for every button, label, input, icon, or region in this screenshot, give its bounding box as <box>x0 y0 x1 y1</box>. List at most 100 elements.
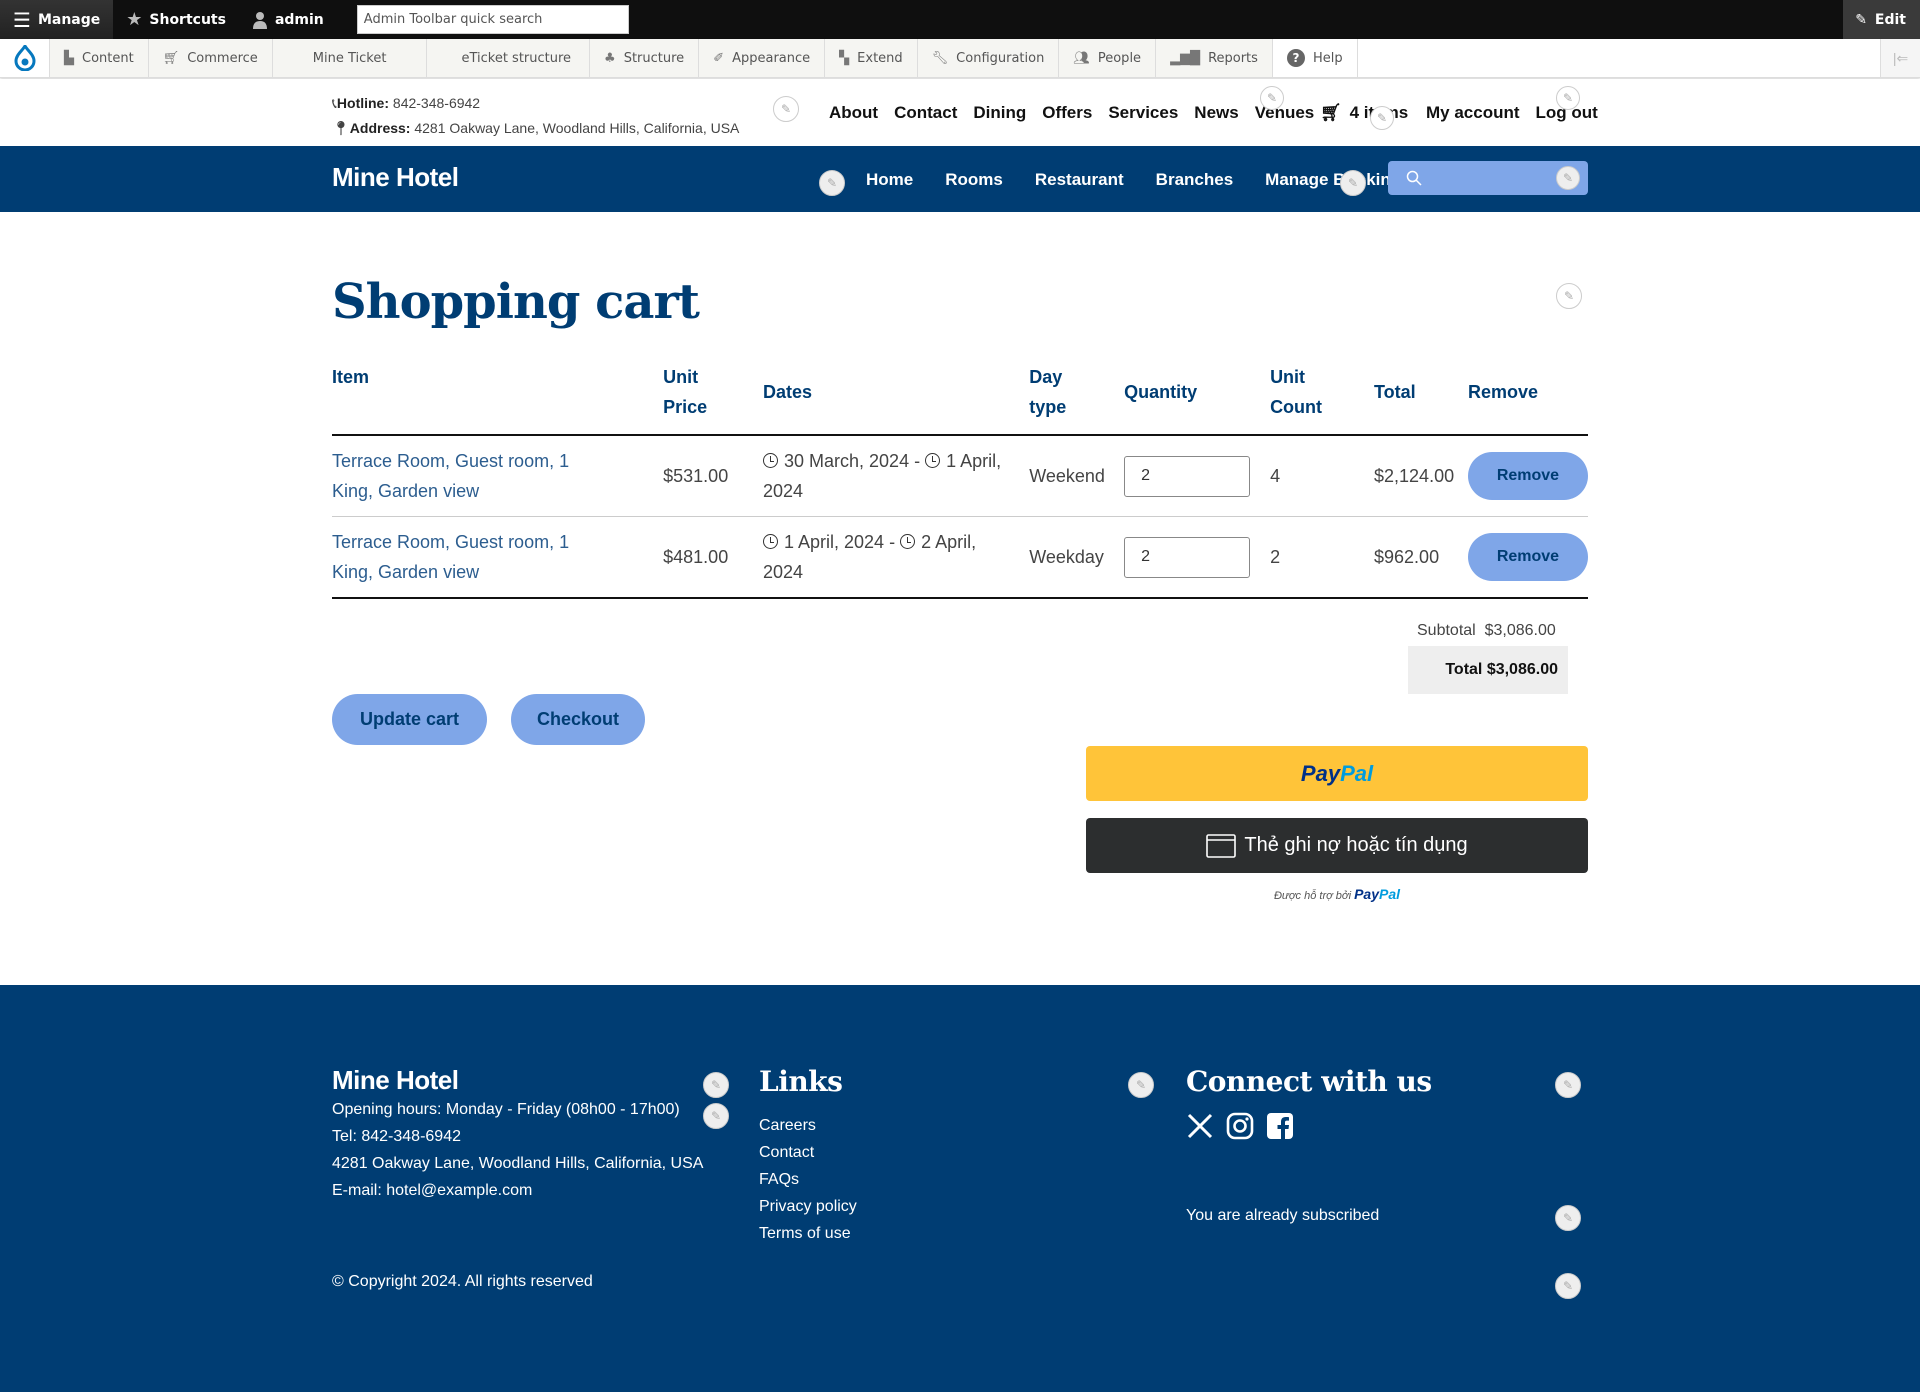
cart-header-row: Item Unit Price Dates Day type Quantity … <box>332 362 1588 436</box>
edit-button[interactable]: ✎ Edit <box>1843 0 1920 39</box>
main-nav-restaurant[interactable]: Restaurant <box>1035 170 1124 190</box>
admin-quick-search-input[interactable]: Admin Toolbar quick search <box>356 5 629 34</box>
row-total: $2,124.00 <box>1374 435 1468 517</box>
main-nav-manage-booking[interactable]: Manage Booking <box>1265 170 1401 190</box>
facebook-icon[interactable] <box>1266 1112 1294 1140</box>
admin-tray: ▙ Content 🛒︎ Commerce Mine Ticket eTicket … <box>0 39 1920 78</box>
contextual-edit-icon[interactable]: ✎ <box>1128 1072 1154 1098</box>
top-nav-services[interactable]: Services <box>1108 103 1178 123</box>
my-account-link[interactable]: My account <box>1426 103 1520 123</box>
x-icon[interactable] <box>1186 1112 1214 1140</box>
tray-item-configuration[interactable]: 🔧︎ Configuration <box>917 39 1060 77</box>
collapse-tray-button[interactable]: |⇐ <box>1880 39 1920 77</box>
cart-table: Item Unit Price Dates Day type Quantity … <box>332 362 1588 599</box>
contextual-edit-icon[interactable]: ✎ <box>1340 170 1366 196</box>
remove-button[interactable]: Remove <box>1467 533 1588 581</box>
cart-link[interactable]: 🛒︎ 4 items <box>1320 103 1408 123</box>
question-icon: ? <box>1286 49 1305 67</box>
user-button[interactable]: admin <box>239 0 337 39</box>
remove-button[interactable]: Remove <box>1467 452 1588 500</box>
contextual-edit-icon[interactable]: ✎ <box>1555 1205 1581 1231</box>
tray-item-structure[interactable]: ♣ Structure <box>590 39 700 77</box>
shopping-cart-icon: 🛒︎ <box>1320 103 1342 122</box>
main-nav-branches[interactable]: Branches <box>1156 170 1233 190</box>
day-type: Weekday <box>1029 516 1125 599</box>
tray-item-people[interactable]: 👥︎ People <box>1059 39 1157 77</box>
top-nav-about[interactable]: About <box>829 103 878 123</box>
manage-button[interactable]: ☰ Manage <box>0 0 114 39</box>
col-day-type: Day type <box>1029 362 1125 436</box>
footer-links: Links Careers Contact FAQs Privacy polic… <box>759 1065 857 1247</box>
sitemap-icon: ♣ <box>604 50 616 66</box>
main-nav: Home Rooms Restaurant Branches Manage Bo… <box>866 170 1401 190</box>
cart-item-link[interactable]: Terrace Room, Guest room, 1 King, Garden… <box>332 451 569 501</box>
tray-item-mine-ticket[interactable]: Mine Ticket <box>272 39 428 77</box>
col-quantity: Quantity <box>1124 362 1271 436</box>
contextual-edit-icon[interactable]: ✎ <box>1555 1072 1581 1098</box>
quantity-input[interactable]: 2 <box>1124 455 1251 497</box>
clock-icon <box>925 453 941 468</box>
tray-item-commerce[interactable]: 🛒︎ Commerce <box>148 39 273 77</box>
top-nav-offers[interactable]: Offers <box>1042 103 1092 123</box>
card-payment-button[interactable]: Thẻ ghi nợ hoặc tín dụng <box>1086 818 1588 873</box>
quantity-input[interactable]: 2 <box>1124 536 1251 578</box>
top-nav-news[interactable]: News <box>1194 103 1238 123</box>
site-footer: Mine Hotel Opening hours: Monday - Frida… <box>0 985 1920 1392</box>
top-nav-contact[interactable]: Contact <box>894 103 957 123</box>
hamburger-icon: ☰ <box>13 7 31 32</box>
tray-item-content[interactable]: ▙ Content <box>50 39 149 77</box>
order-total: Total $3,086.00 <box>1408 646 1568 694</box>
tray-item-extend[interactable]: ▚ Extend <box>825 39 918 77</box>
cart-row: Terrace Room, Guest room, 1 King, Garden… <box>332 435 1588 517</box>
main-nav-rooms[interactable]: Rooms <box>945 170 1003 190</box>
puzzle-icon: ▚ <box>839 50 850 66</box>
update-cart-button[interactable]: Update cart <box>332 694 487 745</box>
star-icon: ★ <box>126 9 143 30</box>
contextual-edit-icon[interactable]: ✎ <box>703 1103 729 1129</box>
tray-item-help[interactable]: ? Help <box>1272 39 1358 77</box>
drupal-logo[interactable] <box>0 39 50 77</box>
main-nav-home[interactable]: Home <box>866 170 913 190</box>
contextual-edit-icon[interactable]: ✎ <box>1370 106 1394 130</box>
contextual-edit-icon[interactable]: ✎ <box>1556 86 1580 110</box>
contextual-edit-icon[interactable]: ✎ <box>773 96 799 122</box>
tray-item-appearance[interactable]: ✐ Appearance <box>699 39 826 77</box>
site-search-input[interactable]: ✎ <box>1388 161 1588 195</box>
people-icon: 👥︎ <box>1073 50 1090 66</box>
checkout-button[interactable]: Checkout <box>511 694 645 745</box>
contextual-edit-icon[interactable]: ✎ <box>1556 166 1580 190</box>
row-total: $962.00 <box>1374 516 1468 599</box>
footer-link-contact[interactable]: Contact <box>759 1139 857 1166</box>
wrench-icon: 🔧︎ <box>931 50 949 66</box>
address: 📍︎Address: 4281 Oakway Lane, Woodland Hi… <box>332 120 740 136</box>
shortcuts-button[interactable]: ★ Shortcuts <box>113 0 239 39</box>
clock-icon <box>900 534 916 549</box>
top-nav-dining[interactable]: Dining <box>973 103 1026 123</box>
credit-card-icon <box>1206 833 1237 858</box>
site-brand[interactable]: Mine Hotel <box>332 162 459 193</box>
site-top-bar: 📞︎Hotline: 842-348-6942 📍︎Address: 4281 … <box>0 79 1920 146</box>
contextual-edit-icon[interactable]: ✎ <box>819 170 845 196</box>
contextual-edit-icon[interactable]: ✎ <box>1555 1273 1581 1299</box>
drupal-drop-icon <box>13 45 36 71</box>
cart-item-link[interactable]: Terrace Room, Guest room, 1 King, Garden… <box>332 532 569 582</box>
instagram-icon[interactable] <box>1226 1112 1254 1140</box>
unit-price: $531.00 <box>663 435 763 517</box>
paypal-button[interactable]: Pay Pal <box>1086 746 1588 801</box>
tray-item-eticket-structure[interactable]: eTicket structure <box>427 39 591 77</box>
contextual-edit-icon[interactable]: ✎ <box>1260 86 1284 110</box>
col-remove: Remove <box>1467 362 1588 436</box>
day-type: Weekend <box>1029 435 1125 517</box>
contextual-edit-icon[interactable]: ✎ <box>1556 283 1582 309</box>
footer-email: E-mail: hotel@example.com <box>332 1182 533 1199</box>
user-icon <box>252 11 267 29</box>
contextual-edit-icon[interactable]: ✎ <box>703 1072 729 1098</box>
tray-item-reports[interactable]: ▂▆█ Reports <box>1156 39 1273 77</box>
footer-link-privacy[interactable]: Privacy policy <box>759 1193 857 1220</box>
footer-link-faqs[interactable]: FAQs <box>759 1166 857 1193</box>
col-unit-count: Unit Count <box>1270 362 1375 436</box>
footer-link-terms[interactable]: Terms of use <box>759 1220 857 1247</box>
main-nav-bar: Mine Hotel ✎ Home Rooms Restaurant Branc… <box>0 146 1920 212</box>
page-title: Shopping cart <box>332 274 700 330</box>
footer-link-careers[interactable]: Careers <box>759 1112 857 1139</box>
